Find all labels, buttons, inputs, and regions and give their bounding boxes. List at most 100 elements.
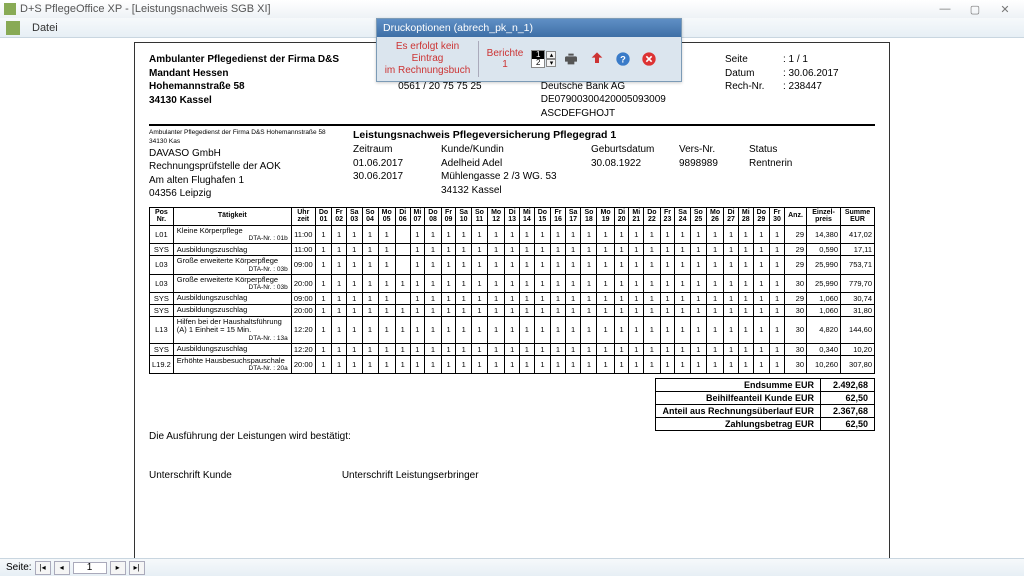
cell: 12:20 (291, 317, 315, 344)
cell: 4,820 (807, 317, 841, 344)
cell: 1 (410, 293, 425, 305)
table-row: L19.2Erhöhte HausbesuchspauschaleDTA-Nr.… (150, 355, 875, 373)
city: 34130 Kassel (149, 94, 339, 108)
maximize-button[interactable]: ▢ (960, 1, 990, 17)
export-button[interactable] (586, 48, 608, 70)
cell: 1 (551, 244, 566, 256)
cell: 1 (410, 317, 425, 344)
cell: SYS (150, 343, 174, 355)
cell: 1 (346, 225, 362, 243)
help-button[interactable]: ? (612, 48, 634, 70)
cell: 1 (425, 225, 441, 243)
cell: 1 (724, 225, 739, 243)
totals-value: 2.367,68 (821, 405, 875, 418)
cell: 25,990 (807, 256, 841, 274)
cell: 1 (410, 343, 425, 355)
menu-file[interactable]: Datei (24, 20, 66, 36)
cell: 1 (644, 225, 660, 243)
mandant: Mandant Hessen (149, 67, 339, 81)
cell: 1 (753, 274, 769, 292)
cell: 1 (410, 256, 425, 274)
cell: 1 (706, 317, 723, 344)
recipient-4: 04356 Leipzig (149, 187, 345, 201)
cell: 1 (724, 317, 739, 344)
cell: 1 (395, 343, 410, 355)
th: Di06 (395, 207, 410, 225)
cell: 20:00 (291, 305, 315, 317)
cell: 1 (410, 244, 425, 256)
app-icon (4, 3, 16, 15)
cell: 1 (471, 225, 487, 243)
cell: 1 (534, 317, 550, 344)
page-range-spinner[interactable]: ▴▾ (546, 51, 556, 67)
cell: 1 (487, 244, 504, 256)
cell: 1 (346, 244, 362, 256)
cell: 1 (362, 305, 378, 317)
doc-icon (6, 21, 20, 35)
cell: 1 (425, 293, 441, 305)
status-value: Rentnerin (749, 157, 792, 171)
cell: 1 (332, 317, 347, 344)
period-to: 30.06.2017 (353, 170, 431, 184)
cell: 1 (644, 343, 660, 355)
last-page-button[interactable]: ▸| (129, 561, 145, 575)
cell: 1 (410, 274, 425, 292)
signature-provider: Unterschrift Leistungserbringer (342, 470, 479, 481)
cell: 1 (520, 293, 535, 305)
print-warning: Es erfolgt kein Eintrag im Rechnungsbuch (381, 41, 479, 77)
cell: 1 (597, 305, 614, 317)
cell: 30 (785, 305, 807, 317)
cell: 1 (597, 293, 614, 305)
cell: 1 (315, 305, 331, 317)
cell: 1 (724, 274, 739, 292)
cell: 1 (346, 343, 362, 355)
cell: 10,20 (841, 343, 875, 355)
document-viewport[interactable]: Ambulanter Pflegedienst der Firma D&S Ma… (0, 38, 1024, 558)
cell: 1 (441, 343, 456, 355)
cell: 1 (456, 256, 472, 274)
cell: L01 (150, 225, 174, 243)
first-page-button[interactable]: |◂ (35, 561, 51, 575)
cell: 1 (581, 244, 597, 256)
th: Mi21 (629, 207, 644, 225)
cell: 1 (534, 293, 550, 305)
cell: 29 (785, 293, 807, 305)
cell: 1 (315, 274, 331, 292)
cell: 1 (456, 225, 472, 243)
cell: 1 (565, 244, 581, 256)
th: Fr30 (770, 207, 785, 225)
cell: 1 (738, 305, 753, 317)
cell: 1 (614, 317, 629, 344)
print-warning-line1: Es erfolgt kein Eintrag (381, 41, 474, 65)
customer-addr2: 34132 Kassel (441, 184, 581, 198)
cell: 1 (770, 225, 785, 243)
service-table: Pos Nr.TätigkeitUhr zeitDo01Fr02Sa03So04… (149, 207, 875, 375)
close-print-button[interactable] (638, 48, 660, 70)
minimize-button[interactable]: — (930, 1, 960, 17)
close-button[interactable]: ✕ (990, 1, 1020, 17)
next-page-button[interactable]: ▸ (110, 561, 126, 575)
cell: 1 (597, 225, 614, 243)
prev-page-button[interactable]: ◂ (54, 561, 70, 575)
cell: 1 (690, 343, 706, 355)
th: Sa03 (346, 207, 362, 225)
totals-row: Anteil aus Rechnungsüberlauf EUR2.367,68 (656, 405, 875, 418)
cell: 1 (597, 317, 614, 344)
cell: 1 (565, 293, 581, 305)
status-label: Status (749, 143, 792, 157)
cell: 1 (614, 343, 629, 355)
cell: 1 (724, 244, 739, 256)
cell: 1 (706, 305, 723, 317)
sender-line: Ambulanter Pflegedienst der Firma D&S Ho… (149, 129, 345, 147)
print-button[interactable] (560, 48, 582, 70)
cell: 1 (724, 355, 739, 373)
cell: 1 (597, 355, 614, 373)
cell: 1 (706, 293, 723, 305)
cell: 1 (675, 274, 691, 292)
page-input[interactable] (73, 562, 107, 574)
cell: 1 (505, 317, 520, 344)
cell: 1 (332, 293, 347, 305)
print-options-toolbar: Druckoptionen (abrech_pk_n_1) Es erfolgt… (376, 18, 682, 82)
cell: 1 (425, 244, 441, 256)
cell: 0,340 (807, 343, 841, 355)
